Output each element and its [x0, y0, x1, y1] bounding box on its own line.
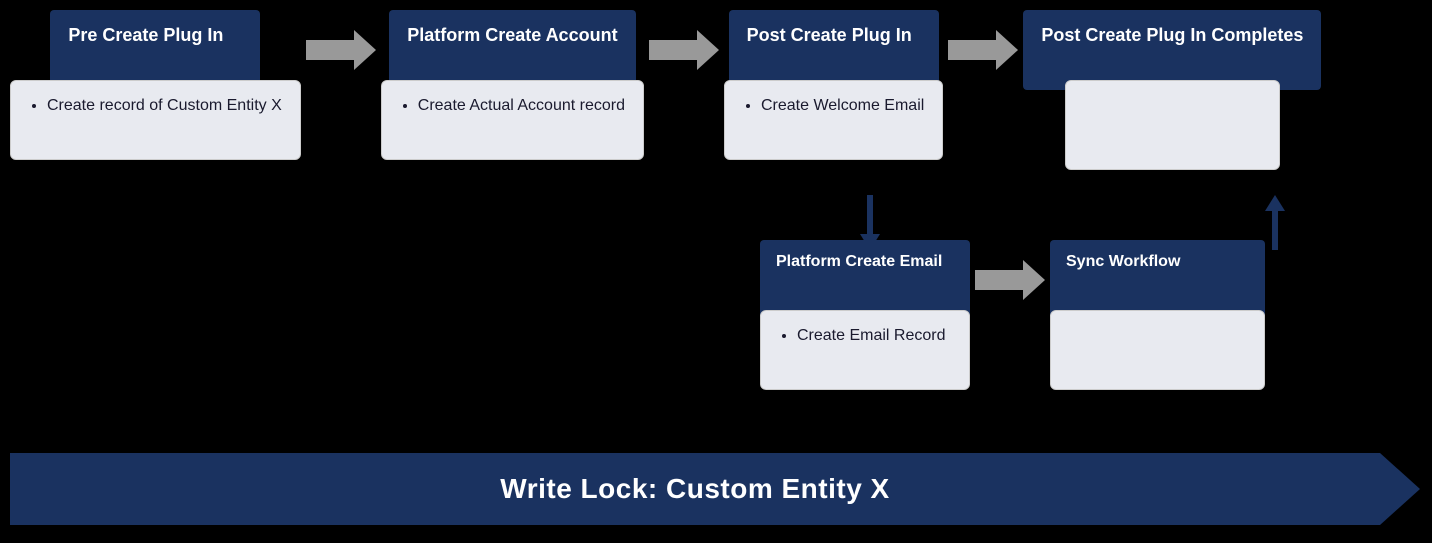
blue-box-pre-create-label: Pre Create Plug In	[68, 24, 223, 47]
arrow-1	[301, 25, 381, 75]
blue-box-post-completes: Post Create Plug In Completes	[1023, 10, 1321, 90]
arrow-4	[970, 255, 1050, 305]
gray-arrow-1	[306, 30, 376, 70]
white-box-account-item-0: Create Actual Account record	[418, 95, 625, 117]
blue-box-platform-account-label: Platform Create Account	[407, 24, 617, 47]
white-box-post-create: Create Welcome Email	[724, 80, 943, 160]
blue-box-platform-email-label: Platform Create Email	[776, 252, 942, 273]
gray-arrow-4	[975, 260, 1045, 300]
write-lock-label: Write Lock: Custom Entity X	[500, 473, 929, 505]
arrow-v-up-head	[1265, 195, 1285, 211]
flow-item-sync-workflow: Sync Workflow	[1050, 240, 1265, 390]
white-box-post-completes	[1065, 80, 1280, 170]
white-box-pre-create: Create record of Custom Entity X	[10, 80, 301, 160]
blue-box-pre-create: Pre Create Plug In	[50, 10, 260, 90]
flow-item-platform-account: Platform Create Account Create Actual Ac…	[381, 10, 644, 160]
blue-box-sync-workflow-label: Sync Workflow	[1066, 252, 1180, 273]
blue-box-sync-workflow: Sync Workflow	[1050, 240, 1265, 320]
arrow-2	[644, 25, 724, 75]
flow-item-post-create: Post Create Plug In Create Welcome Email	[724, 10, 943, 160]
white-box-platform-account: Create Actual Account record	[381, 80, 644, 160]
blue-box-post-completes-label: Post Create Plug In Completes	[1041, 24, 1303, 47]
flow-item-post-completes: Post Create Plug In Completes	[1023, 10, 1321, 170]
blue-box-post-create-label: Post Create Plug In	[747, 24, 912, 47]
white-box-post-create-item-0: Create Welcome Email	[761, 95, 924, 117]
blue-box-post-create: Post Create Plug In	[729, 10, 939, 90]
write-lock-banner: Write Lock: Custom Entity X	[10, 453, 1420, 525]
arrow-3	[943, 25, 1023, 75]
blue-box-platform-account: Platform Create Account	[389, 10, 635, 90]
gray-arrow-3	[948, 30, 1018, 70]
top-flow-row: Pre Create Plug In Create record of Cust…	[10, 10, 1321, 170]
bottom-flow-row: Platform Create Email Create Email Recor…	[760, 240, 1265, 390]
arrow-v-up-shaft	[1272, 211, 1278, 250]
white-box-pre-create-item-0: Create record of Custom Entity X	[47, 95, 282, 117]
diagram-container: Pre Create Plug In Create record of Cust…	[0, 0, 1432, 543]
white-box-platform-email: Create Email Record	[760, 310, 970, 390]
gray-arrow-2	[649, 30, 719, 70]
white-box-sync-workflow	[1050, 310, 1265, 390]
arrow-v-down-shaft	[867, 195, 873, 234]
blue-box-platform-email: Platform Create Email	[760, 240, 970, 320]
arrow-vertical-up	[1265, 195, 1285, 250]
white-box-email-item-0: Create Email Record	[797, 325, 951, 347]
flow-item-pre-create: Pre Create Plug In Create record of Cust…	[10, 10, 301, 160]
flow-item-platform-email: Platform Create Email Create Email Recor…	[760, 240, 970, 390]
